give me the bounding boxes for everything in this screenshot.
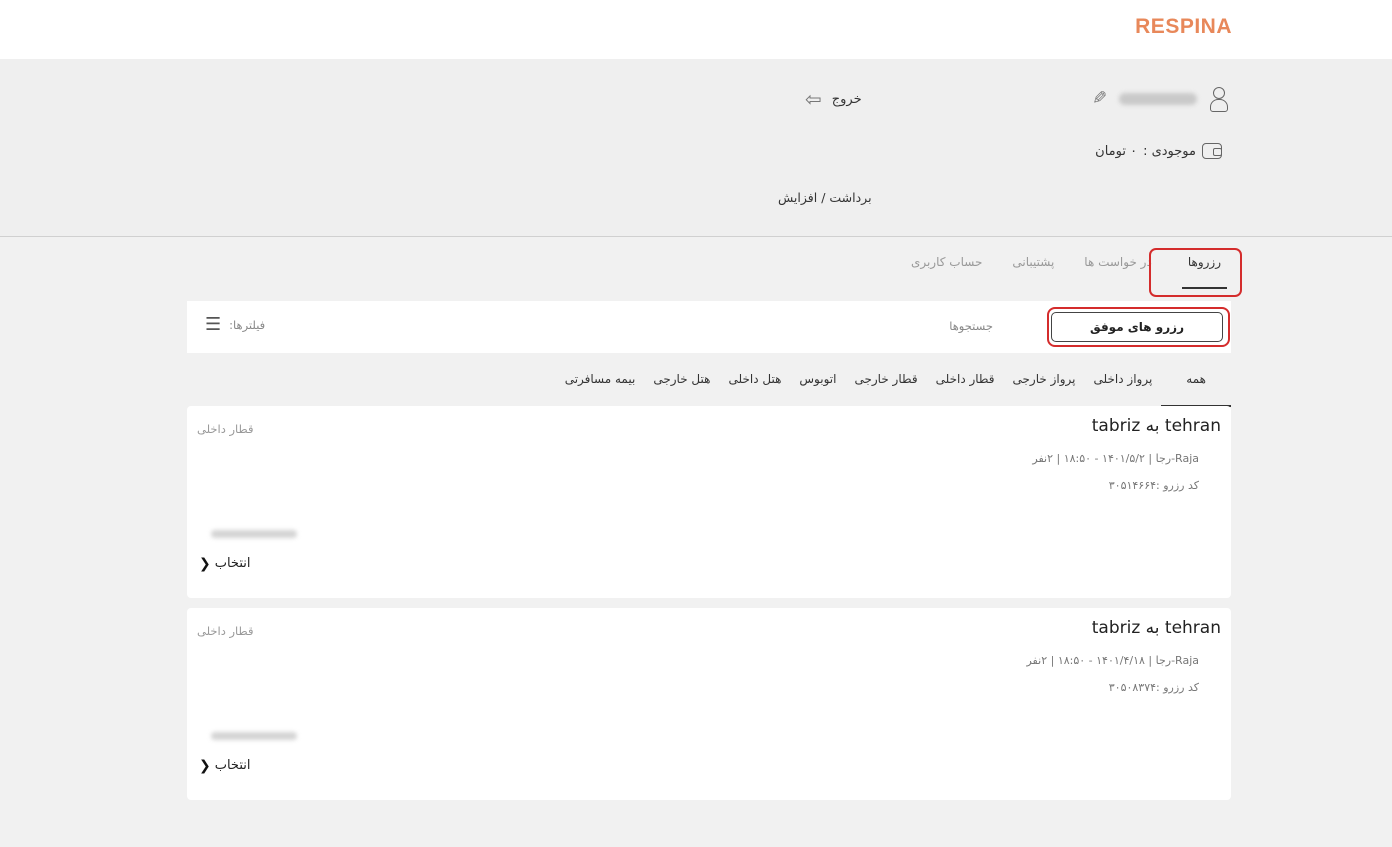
respina-logo[interactable]: RESPINA (1135, 15, 1232, 39)
cat-tab-international-train[interactable]: قطار خارجی (845, 372, 926, 407)
user-icon (1209, 87, 1228, 112)
select-label: انتخاب (214, 758, 251, 773)
cat-tab-domestic-flight[interactable]: پرواز داخلی (1085, 372, 1162, 407)
reservation-details: Raja-رجا | ۱۴۰۱/۴/۱۸ - ۱۸:۵۰ | ۲نفر (1026, 654, 1199, 667)
blurred-info (211, 732, 297, 740)
balance-row: موجودی : ۰ تومان (1095, 143, 1222, 159)
reservations-tab-highlight (1149, 248, 1242, 297)
top-header: RESPINA (0, 0, 1392, 59)
reservation-type: قطار داخلی (197, 624, 254, 638)
reservation-code: کد رزرو :۳۰۵۱۴۶۶۴ (1108, 479, 1199, 492)
tab-user-account[interactable]: حساب کاربری (911, 255, 982, 289)
reservation-type: قطار داخلی (197, 422, 254, 436)
account-panel: ✎ ⇦ خروج موجودی : ۰ تومان برداشت / افزای… (0, 59, 1392, 237)
reservation-details: Raja-رجا | ۱۴۰۱/۵/۲ - ۱۸:۵۰ | ۲نفر (1032, 452, 1199, 465)
filters-label: فیلترها: (229, 318, 266, 332)
route-title: tehran به tabriz (1091, 618, 1221, 638)
select-button[interactable]: انتخاب ❮ (199, 758, 250, 773)
category-tabs: همه پرواز داخلی پرواز خارجی قطار داخلی ق… (556, 372, 1231, 407)
reservation-card: tehran به tabriz Raja-رجا | ۱۴۰۱/۵/۲ - ۱… (187, 406, 1231, 598)
username-blurred (1119, 93, 1197, 105)
tab-requests[interactable]: در خواست ها (1084, 255, 1152, 289)
edit-pencil-icon[interactable]: ✎ (1092, 88, 1107, 109)
cat-tab-international-flight[interactable]: پرواز خارجی (1004, 372, 1085, 407)
filters-button[interactable]: فیلترها: ☰ (205, 316, 265, 334)
reservation-code: کد رزرو :۳۰۵۰۸۳۷۴ (1108, 681, 1199, 694)
chevron-left-icon: ❮ (199, 555, 211, 572)
wallet-icon (1202, 143, 1222, 159)
cat-tab-domestic-train[interactable]: قطار داخلی (927, 372, 1004, 407)
cat-tab-travel-insurance[interactable]: بیمه مسافرتی (556, 372, 645, 407)
logout-label: خروج (831, 91, 862, 107)
reservation-card: tehran به tabriz Raja-رجا | ۱۴۰۱/۴/۱۸ - … (187, 608, 1231, 800)
user-row: ✎ (1092, 87, 1228, 112)
cat-tab-bus[interactable]: اتوبوس (790, 372, 845, 407)
searches-tab[interactable]: جستجوها (949, 319, 993, 333)
select-button[interactable]: انتخاب ❮ (199, 556, 250, 571)
chevron-left-icon: ❮ (199, 757, 211, 774)
blurred-info (211, 530, 297, 538)
balance-value: ۰ تومان (1095, 143, 1138, 159)
logout-icon: ⇦ (805, 87, 822, 111)
cat-tab-domestic-hotel[interactable]: هتل داخلی (719, 372, 790, 407)
cat-tab-international-hotel[interactable]: هتل خارجی (644, 372, 719, 407)
balance-label: موجودی : (1143, 143, 1196, 159)
sliders-icon: ☰ (205, 314, 222, 335)
tab-support[interactable]: پشتیبانی (1012, 255, 1054, 289)
route-title: tehran به tabriz (1091, 416, 1221, 436)
select-label: انتخاب (214, 556, 251, 571)
successful-reservations-highlight (1047, 307, 1230, 347)
withdraw-increase-link[interactable]: برداشت / افزایش (778, 190, 872, 205)
cat-tab-all[interactable]: همه (1161, 372, 1231, 407)
logout-button[interactable]: ⇦ خروج (805, 89, 862, 109)
